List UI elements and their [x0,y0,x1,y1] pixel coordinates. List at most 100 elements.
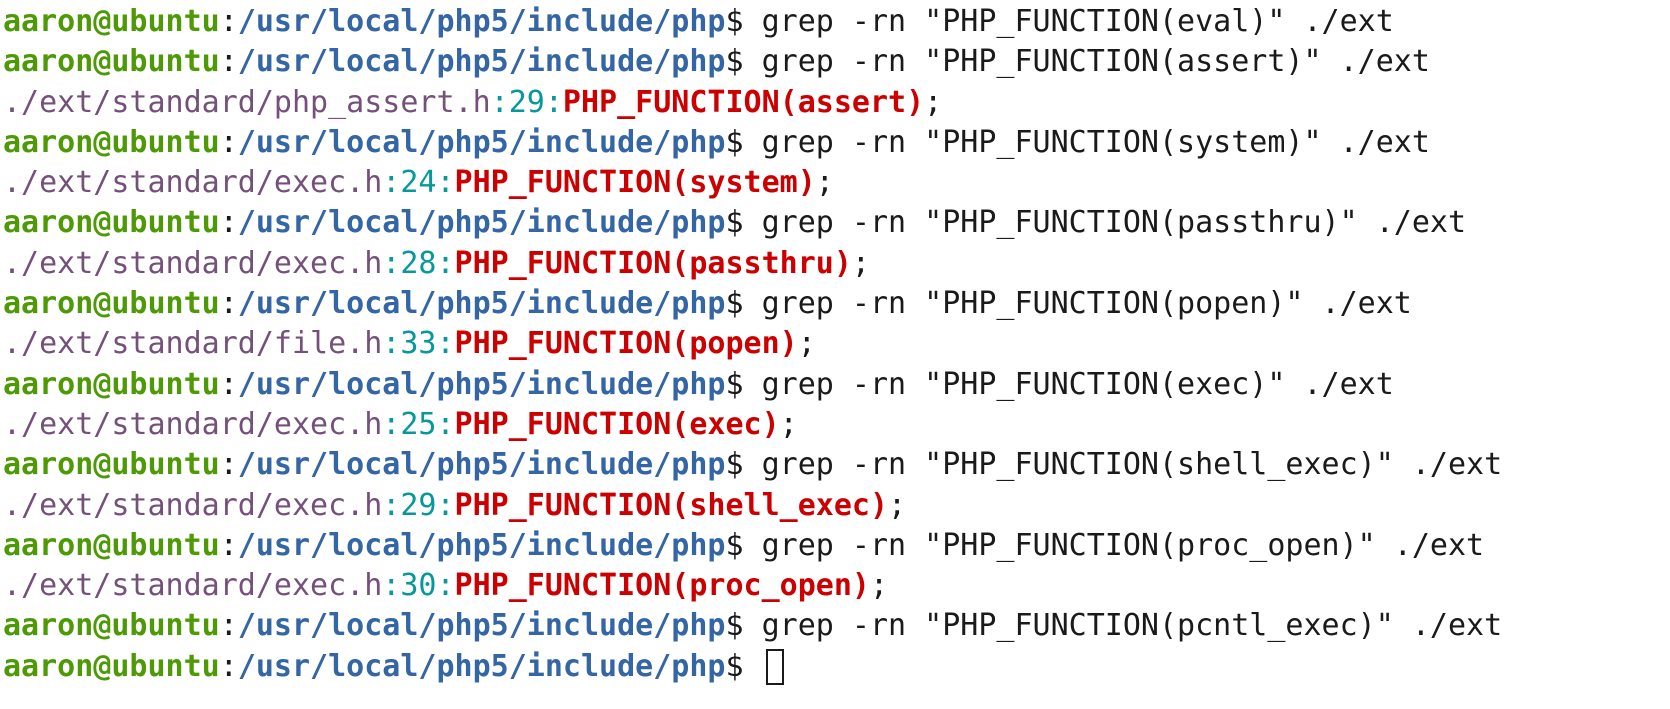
prompt-colon: : [219,608,238,644]
command-text: grep -rn "PHP_FUNCTION(popen)" ./ext [761,286,1412,322]
result-match: PHP_FUNCTION(shell_exec) [454,487,889,523]
prompt-path: /usr/local/php5/include/php [237,124,726,160]
command-line: aaron@ubuntu:/usr/local/php5/include/php… [3,123,1670,163]
prompt-colon: : [219,366,238,402]
prompt-path: /usr/local/php5/include/php [237,608,726,644]
prompt-symbol: $ [725,286,762,322]
command-text: grep -rn "PHP_FUNCTION(system)" ./ext [761,124,1430,160]
prompt-path: /usr/local/php5/include/php [237,44,726,80]
result-separator: : [382,406,401,442]
text-cursor [765,649,784,686]
command-line: aaron@ubuntu:/usr/local/php5/include/php… [3,606,1670,646]
grep-result-line: ./ext/standard/exec.h:24:PHP_FUNCTION(sy… [3,163,1670,203]
result-separator: : [436,406,455,442]
result-file-path: ./ext/standard/exec.h [3,245,383,281]
prompt-path: /usr/local/php5/include/php [237,4,726,39]
result-match: PHP_FUNCTION(proc_open) [454,568,870,604]
result-line-number: 28 [400,245,437,281]
command-text: grep -rn "PHP_FUNCTION(passthru)" ./ext [761,205,1467,241]
prompt-path: /usr/local/php5/include/php [237,286,726,322]
prompt-path: /usr/local/php5/include/php [237,648,726,684]
prompt-symbol: $ [725,608,762,644]
result-suffix: ; [869,568,889,604]
result-separator: : [436,487,455,523]
active-prompt-line[interactable]: aaron@ubuntu:/usr/local/php5/include/php… [3,647,1670,687]
result-file-path: ./ext/standard/exec.h [3,568,383,604]
prompt-user: aaron@ubuntu [3,205,220,241]
prompt-colon: : [219,447,238,483]
command-text: grep -rn "PHP_FUNCTION(proc_open)" ./ext [761,527,1485,563]
command-line: aaron@ubuntu:/usr/local/php5/include/php… [3,42,1670,82]
command-text: grep -rn "PHP_FUNCTION(assert)" ./ext [761,44,1430,80]
prompt-symbol: $ [725,366,762,402]
result-separator: : [382,245,401,281]
result-line-number: 29 [508,84,545,120]
grep-result-line: ./ext/standard/file.h:33:PHP_FUNCTION(po… [3,324,1670,364]
prompt-symbol: $ [725,447,762,483]
result-separator: : [382,487,401,523]
prompt-path: /usr/local/php5/include/php [237,447,726,483]
command-line: aaron@ubuntu:/usr/local/php5/include/php… [3,445,1670,485]
result-match: PHP_FUNCTION(system) [454,165,816,201]
result-suffix: ; [797,326,816,362]
command-line: aaron@ubuntu:/usr/local/php5/include/php… [3,526,1670,566]
command-text: grep -rn "PHP_FUNCTION(exec)" ./ext [761,366,1394,402]
prompt-user: aaron@ubuntu [3,447,220,483]
result-suffix: ; [924,84,943,120]
prompt-colon: : [219,648,238,684]
command-text: grep -rn "PHP_FUNCTION(shell_exec)" ./ex… [761,447,1503,483]
prompt-user: aaron@ubuntu [3,366,220,402]
result-separator: : [382,568,401,604]
prompt-colon: : [219,44,238,80]
terminal-window[interactable]: aaron@ubuntu:/usr/local/php5/include/php… [0,0,1670,709]
result-separator: : [490,84,509,120]
result-file-path: ./ext/standard/exec.h [3,406,383,442]
command-text: grep -rn "PHP_FUNCTION(eval)" ./ext [761,4,1394,39]
result-match: PHP_FUNCTION(assert) [562,84,925,120]
result-line-number: 33 [400,326,437,362]
result-match: PHP_FUNCTION(popen) [454,326,798,362]
prompt-path: /usr/local/php5/include/php [237,205,726,241]
prompt-symbol: $ [725,44,762,80]
grep-result-line: ./ext/standard/exec.h:25:PHP_FUNCTION(ex… [3,405,1670,445]
result-separator: : [382,326,401,362]
command-line: aaron@ubuntu:/usr/local/php5/include/php… [3,2,1670,42]
prompt-symbol: $ [725,527,762,563]
prompt-symbol: $ [725,648,762,684]
result-line-number: 24 [400,165,437,201]
result-suffix: ; [888,487,907,523]
result-file-path: ./ext/standard/file.h [3,326,383,362]
prompt-user: aaron@ubuntu [3,608,220,644]
grep-result-line: ./ext/standard/php_assert.h:29:PHP_FUNCT… [3,83,1670,123]
grep-result-line: ./ext/standard/exec.h:30:PHP_FUNCTION(pr… [3,566,1670,606]
command-line: aaron@ubuntu:/usr/local/php5/include/php… [3,365,1670,405]
prompt-colon: : [219,286,238,322]
prompt-colon: : [219,527,238,563]
prompt-colon: : [219,124,238,160]
result-separator: : [544,84,563,120]
command-line: aaron@ubuntu:/usr/local/php5/include/php… [3,284,1670,324]
result-separator: : [382,165,401,201]
prompt-path: /usr/local/php5/include/php [237,527,726,563]
result-suffix: ; [779,406,798,442]
prompt-user: aaron@ubuntu [3,44,220,80]
result-line-number: 30 [400,568,437,604]
command-text: grep -rn "PHP_FUNCTION(pcntl_exec)" ./ex… [761,608,1503,644]
prompt-user: aaron@ubuntu [3,124,220,160]
grep-result-line: ./ext/standard/exec.h:29:PHP_FUNCTION(sh… [3,486,1670,526]
result-suffix: ; [851,245,870,281]
prompt-symbol: $ [725,124,762,160]
result-separator: : [436,165,455,201]
prompt-user: aaron@ubuntu [3,648,220,684]
prompt-user: aaron@ubuntu [3,4,220,39]
prompt-colon: : [219,205,238,241]
result-match: PHP_FUNCTION(passthru) [454,245,852,281]
result-file-path: ./ext/standard/exec.h [3,487,383,523]
prompt-symbol: $ [725,4,762,39]
result-separator: : [436,568,455,604]
prompt-symbol: $ [725,205,762,241]
result-match: PHP_FUNCTION(exec) [454,406,780,442]
grep-result-line: ./ext/standard/exec.h:28:PHP_FUNCTION(pa… [3,244,1670,284]
result-line-number: 25 [400,406,437,442]
result-separator: : [436,326,455,362]
